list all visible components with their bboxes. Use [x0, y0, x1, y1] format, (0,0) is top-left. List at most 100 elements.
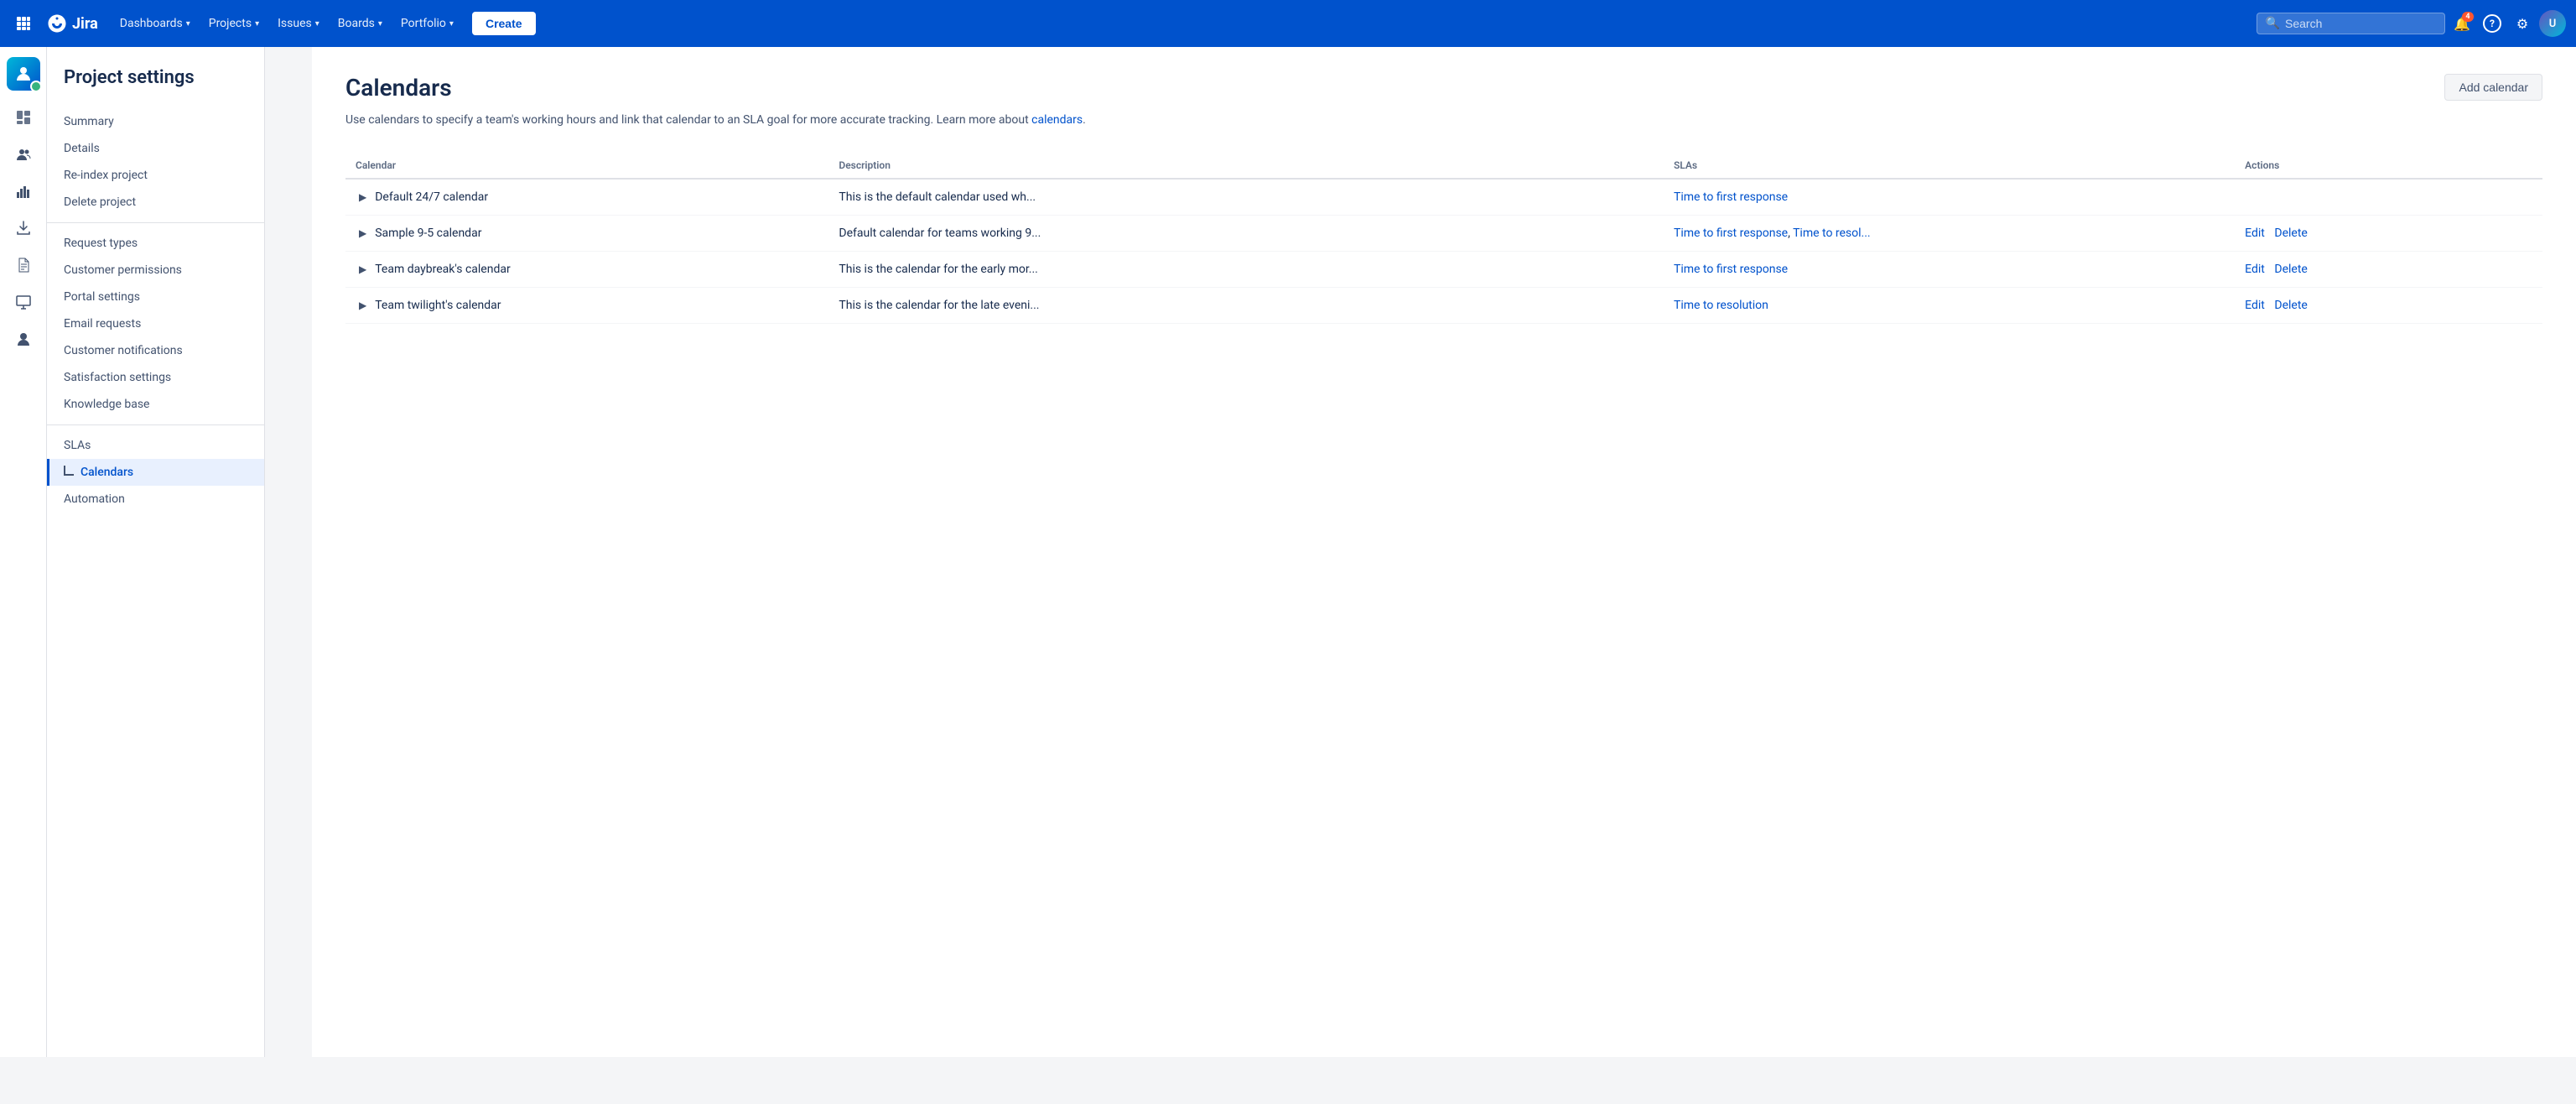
user-avatar[interactable]: U: [2539, 10, 2566, 37]
nav-projects[interactable]: Projects ▾: [200, 12, 267, 35]
app-layout: Project settings Summary Details Re-inde…: [0, 47, 2576, 1057]
sla-link[interactable]: Time to resolution: [1674, 299, 1768, 312]
table-row: ▶ Sample 9-5 calendar Default calendar f…: [345, 216, 2542, 252]
notifications-button[interactable]: 🔔 4: [2449, 10, 2475, 37]
row-expand-button[interactable]: ▶: [356, 262, 370, 277]
row-expand-button[interactable]: ▶: [356, 226, 370, 241]
nav-customer-permissions[interactable]: Customer permissions: [47, 257, 264, 284]
calendars-header: Calendars Add calendar: [345, 74, 2542, 102]
edit-link[interactable]: Edit: [2245, 299, 2265, 312]
project-avatar[interactable]: [7, 57, 40, 91]
cal-slas-cell: Time to resolution: [1664, 288, 2235, 324]
sidebar-icon-document[interactable]: [7, 248, 40, 282]
search-input[interactable]: [2285, 17, 2436, 30]
settings-nav: Summary Details Re-index project Delete …: [47, 108, 264, 513]
apps-menu-button[interactable]: [10, 10, 37, 37]
nav-boards[interactable]: Boards ▾: [330, 12, 391, 35]
nav-calendars-indent: [64, 466, 74, 476]
chevron-down-icon: ▾: [315, 19, 319, 29]
search-bar[interactable]: 🔍: [2257, 13, 2445, 34]
chevron-down-icon: ▾: [449, 19, 454, 29]
cal-name-cell: ▶ Team daybreak's calendar: [345, 252, 828, 288]
top-navigation: Jira Dashboards ▾ Projects ▾ Issues ▾ Bo…: [0, 0, 2576, 47]
table-row: ▶ Default 24/7 calendar This is the defa…: [345, 179, 2542, 216]
notification-badge: 4: [2462, 12, 2474, 22]
page-title: Project settings: [64, 67, 247, 88]
edit-link[interactable]: Edit: [2245, 263, 2265, 276]
nav-satisfaction-settings[interactable]: Satisfaction settings: [47, 364, 264, 391]
nav-request-types[interactable]: Request types: [47, 230, 264, 257]
calendars-learn-more-link[interactable]: calendars: [1031, 113, 1083, 127]
nav-dashboards[interactable]: Dashboards ▾: [112, 12, 199, 35]
col-header-slas: SLAs: [1664, 153, 2235, 179]
cal-actions-cell: Edit Delete: [2235, 288, 2542, 324]
col-header-description: Description: [828, 153, 1664, 179]
row-expand-button[interactable]: ▶: [356, 298, 370, 313]
table-header: Calendar Description SLAs Actions: [345, 153, 2542, 179]
cal-name-cell: ▶ Team twilight's calendar: [345, 288, 828, 324]
main-content: Project settings Summary Details Re-inde…: [47, 47, 2576, 1057]
jira-logo[interactable]: Jira: [40, 13, 105, 34]
icon-sidebar: [0, 47, 47, 1057]
sidebar-icon-board[interactable]: [7, 101, 40, 134]
col-header-calendar: Calendar: [345, 153, 828, 179]
delete-link[interactable]: Delete: [2274, 227, 2307, 240]
cal-desc-cell: This is the calendar for the early mor..…: [828, 252, 1664, 288]
cal-desc-cell: This is the default calendar used wh...: [828, 179, 1664, 216]
table-row: ▶ Team daybreak's calendar This is the c…: [345, 252, 2542, 288]
nav-sidebar: Project settings Summary Details Re-inde…: [47, 47, 265, 1057]
nav-summary[interactable]: Summary: [47, 108, 264, 135]
calendars-description: Use calendars to specify a team's workin…: [345, 112, 2542, 129]
nav-portfolio[interactable]: Portfolio ▾: [392, 12, 462, 35]
delete-link[interactable]: Delete: [2274, 263, 2307, 276]
nav-portal-settings[interactable]: Portal settings: [47, 284, 264, 310]
nav-divider-2: [47, 424, 264, 425]
nav-issues[interactable]: Issues ▾: [269, 12, 328, 35]
sidebar-icon-download[interactable]: [7, 211, 40, 245]
create-button[interactable]: Create: [472, 12, 536, 35]
logo-text: Jira: [72, 15, 98, 33]
nav-email-requests[interactable]: Email requests: [47, 310, 264, 337]
cal-actions-cell: [2235, 179, 2542, 216]
page-title-area: Project settings: [47, 67, 264, 108]
cal-name-cell: ▶ Sample 9-5 calendar: [345, 216, 828, 252]
sla-link[interactable]: Time to first response: [1674, 227, 1788, 240]
edit-link[interactable]: Edit: [2245, 227, 2265, 240]
calendars-table: Calendar Description SLAs Actions ▶ Defa…: [345, 153, 2542, 324]
delete-link[interactable]: Delete: [2274, 299, 2307, 312]
avatar-status-badge: [30, 81, 42, 92]
sla-link[interactable]: Time to first response: [1674, 190, 1788, 204]
chevron-down-icon: ▾: [255, 19, 259, 29]
nav-delete[interactable]: Delete project: [47, 189, 264, 216]
sla-link[interactable]: Time to first response: [1674, 263, 1788, 276]
page-body: Calendars Add calendar Use calendars to …: [312, 47, 2576, 1057]
nav-reindex[interactable]: Re-index project: [47, 162, 264, 189]
gear-icon: ⚙: [2516, 16, 2528, 32]
topnav-right: 🔍 🔔 4 ? ⚙ U: [2257, 10, 2566, 37]
nav-customer-notifications[interactable]: Customer notifications: [47, 337, 264, 364]
nav-automation[interactable]: Automation: [47, 486, 264, 513]
add-calendar-button[interactable]: Add calendar: [2444, 74, 2542, 101]
table-row: ▶ Team twilight's calendar This is the c…: [345, 288, 2542, 324]
calendars-title: Calendars: [345, 74, 452, 102]
cal-desc-cell: This is the calendar for the late eveni.…: [828, 288, 1664, 324]
cal-slas-cell: Time to first response: [1664, 252, 2235, 288]
cal-name-cell: ▶ Default 24/7 calendar: [345, 179, 828, 216]
nav-details[interactable]: Details: [47, 135, 264, 162]
nav-knowledge-base[interactable]: Knowledge base: [47, 391, 264, 418]
cal-actions-cell: Edit Delete: [2235, 216, 2542, 252]
sidebar-icon-chart[interactable]: [7, 174, 40, 208]
sidebar-icon-monitor[interactable]: [7, 285, 40, 319]
nav-slas[interactable]: SLAs: [47, 432, 264, 459]
col-header-actions: Actions: [2235, 153, 2542, 179]
table-body: ▶ Default 24/7 calendar This is the defa…: [345, 179, 2542, 324]
settings-button[interactable]: ⚙: [2509, 10, 2536, 37]
row-expand-button[interactable]: ▶: [356, 190, 370, 205]
cal-desc-cell: Default calendar for teams working 9...: [828, 216, 1664, 252]
sla-link-2[interactable]: Time to resol...: [1793, 227, 1871, 240]
nav-calendars[interactable]: Calendars: [47, 459, 264, 486]
help-icon: ?: [2483, 14, 2501, 33]
help-button[interactable]: ?: [2479, 10, 2506, 37]
sidebar-icon-people[interactable]: [7, 138, 40, 171]
sidebar-icon-user[interactable]: [7, 322, 40, 356]
